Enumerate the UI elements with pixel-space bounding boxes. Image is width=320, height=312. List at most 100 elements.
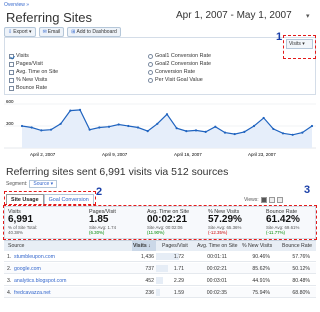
- chart-series-layer: [20, 108, 314, 148]
- metric-option-new-visits[interactable]: % New Visits: [9, 77, 47, 83]
- email-button[interactable]: ✉Email: [38, 27, 65, 37]
- annotation-box-3: [3, 205, 317, 240]
- data-point[interactable]: [262, 116, 265, 120]
- metric-option-goal1[interactable]: Goal1 Conversion Rate: [148, 53, 211, 59]
- radio-icon[interactable]: [148, 77, 153, 83]
- views-label: Views:: [244, 197, 259, 203]
- bounce-rate-value: 80.48%: [292, 278, 310, 284]
- data-point[interactable]: [252, 124, 256, 128]
- y-tick-label: 600: [6, 99, 14, 104]
- data-point[interactable]: [59, 122, 62, 125]
- data-point[interactable]: [136, 126, 140, 129]
- data-point[interactable]: [310, 124, 314, 128]
- data-point[interactable]: [204, 130, 207, 133]
- pie-view-icon[interactable]: [268, 197, 275, 203]
- annotation-box-2: [4, 191, 96, 205]
- metric-option-per-visit-goal[interactable]: Per Visit Goal Value: [148, 77, 203, 83]
- table-row: 3. analytics.blogspot.com 452 2.29 00:03…: [4, 275, 316, 286]
- metric-option-visits[interactable]: Visits: [9, 53, 29, 59]
- data-point[interactable]: [233, 132, 236, 136]
- data-point[interactable]: [214, 125, 217, 128]
- chevron-down-icon[interactable]: ▾: [306, 12, 310, 20]
- metric-option-goal2[interactable]: Goal2 Conversion Rate: [148, 61, 211, 67]
- table-row: 2. google.com 737 1.71 00:02:21 85.62% 5…: [4, 263, 316, 274]
- visits-value: 1,436: [141, 254, 154, 260]
- data-point[interactable]: [301, 131, 304, 134]
- avg-time-value: 00:02:21: [206, 266, 227, 272]
- radio-icon[interactable]: [148, 61, 153, 67]
- data-point[interactable]: [223, 131, 227, 134]
- checkbox-icon[interactable]: [9, 53, 14, 59]
- column-source[interactable]: Source: [8, 243, 24, 249]
- metric-option-conversion-rate[interactable]: Conversion Rate: [148, 69, 195, 75]
- data-point[interactable]: [156, 122, 159, 125]
- x-tick-label: April 16, 2007: [174, 152, 202, 157]
- x-tick-label: April 9, 2007: [102, 152, 128, 157]
- annotation-number-2: 2: [96, 186, 103, 198]
- new-visits-value: 85.62%: [252, 266, 270, 272]
- segment-dropdown[interactable]: Source ▾: [29, 180, 58, 188]
- chart-view-icon[interactable]: [276, 197, 283, 203]
- column-visits[interactable]: Visits ↓: [132, 241, 156, 251]
- table-header: Source Visits ↓ Pages/Visit Avg. Time on…: [4, 240, 316, 251]
- data-point[interactable]: [146, 130, 149, 133]
- column-bounce-rate[interactable]: Bounce Rate: [282, 243, 312, 249]
- export-button[interactable]: ⇩Export ▾: [4, 27, 36, 37]
- data-point[interactable]: [281, 132, 285, 135]
- breadcrumb[interactable]: Overview »: [4, 2, 29, 8]
- metric-option-pages-visit[interactable]: Pages/Visit: [9, 61, 43, 67]
- column-new-visits[interactable]: % New Visits: [242, 243, 272, 249]
- checkbox-icon[interactable]: [9, 61, 14, 67]
- data-point[interactable]: [243, 130, 246, 133]
- add-icon: ⊞: [71, 29, 76, 35]
- column-avg-time[interactable]: Avg. Time on Site: [197, 243, 238, 249]
- source-link[interactable]: fredcavazza.net: [14, 290, 51, 296]
- data-point[interactable]: [127, 124, 130, 128]
- metric-option-bounce-rate[interactable]: Bounce Rate: [9, 85, 47, 91]
- data-point[interactable]: [49, 128, 53, 131]
- visits-value: 737: [145, 266, 154, 272]
- email-icon: ✉: [42, 29, 47, 35]
- annotation-number-3: 3: [304, 184, 311, 196]
- annotation-box-1: [283, 35, 316, 59]
- add-dashboard-label: Add to Dashboard: [76, 29, 117, 35]
- source-link[interactable]: analytics.blogspot.com: [14, 278, 66, 284]
- add-to-dashboard-button[interactable]: ⊞Add to Dashboard: [67, 27, 121, 37]
- data-point[interactable]: [20, 124, 24, 128]
- checkbox-icon[interactable]: [9, 69, 14, 75]
- date-range-picker[interactable]: Apr 1, 2007 - May 1, 2007: [176, 10, 292, 21]
- source-link[interactable]: stumbleupon.com: [14, 254, 55, 260]
- data-point[interactable]: [117, 123, 120, 126]
- radio-icon[interactable]: [148, 69, 153, 75]
- metric-option-avg-time[interactable]: Avg. Time on Site: [9, 69, 58, 75]
- metric-label: Goal2 Conversion Rate: [155, 61, 212, 67]
- data-point[interactable]: [165, 113, 169, 116]
- radio-icon[interactable]: [148, 53, 153, 59]
- data-point[interactable]: [272, 127, 275, 131]
- table-row: 4. fredcavazza.net 236 1.59 00:02:35 75.…: [4, 287, 316, 298]
- visits-value: 452: [145, 278, 154, 284]
- data-point[interactable]: [175, 127, 178, 130]
- segment-value: Source: [33, 181, 50, 187]
- view-switcher: Views:: [244, 197, 283, 203]
- column-pages-visit[interactable]: Pages/Visit: [162, 243, 188, 249]
- source-link[interactable]: google.com: [14, 266, 41, 272]
- data-point[interactable]: [88, 128, 91, 131]
- data-point[interactable]: [78, 108, 82, 111]
- data-point[interactable]: [30, 126, 33, 129]
- data-point[interactable]: [107, 125, 111, 128]
- data-point[interactable]: [194, 129, 198, 132]
- checkbox-icon[interactable]: [9, 85, 14, 91]
- data-point[interactable]: [291, 133, 294, 136]
- checkbox-icon[interactable]: [9, 77, 14, 83]
- data-point[interactable]: [40, 129, 43, 132]
- row-index: 3.: [7, 278, 12, 284]
- table-view-icon[interactable]: [260, 197, 267, 203]
- bounce-rate-value: 50.12%: [292, 266, 310, 272]
- x-tick-label: April 2, 2007: [30, 152, 56, 157]
- x-tick-label: April 23, 2007: [248, 152, 276, 157]
- data-point[interactable]: [185, 130, 188, 133]
- data-point[interactable]: [69, 109, 72, 112]
- data-point[interactable]: [98, 126, 101, 129]
- series-area: [22, 109, 312, 148]
